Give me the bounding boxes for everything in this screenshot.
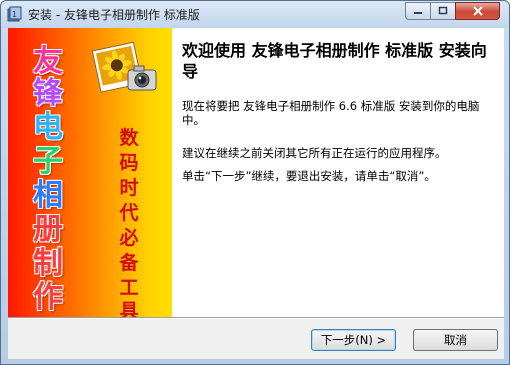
close-button[interactable] [455,2,500,20]
slogan-char: 必 [119,227,139,249]
next-button[interactable]: 下一步(N) > [311,329,396,351]
install-target-text: 现在将要把 友锋电子相册制作 6.6 标准版 安装到你的电脑中。 [182,99,480,127]
wizard-banner: 友 锋 电 子 相 册 制 作 数 码 时 代 必 备 工 具 [8,28,172,317]
slogan-char: 码 [119,152,139,174]
slogan-char: 数 [119,127,139,149]
close-icon [472,6,483,16]
minimize-button[interactable] [405,2,431,20]
button-bar-separator [8,317,504,319]
wizard-client-area: 友 锋 电 子 相 册 制 作 数 码 时 代 必 备 工 具 欢迎使用 友锋电… [8,28,504,359]
welcome-headline: 欢迎使用 友锋电子相册制作 标准版 安装向导 [182,41,487,81]
product-char: 作 [33,280,63,315]
minimize-icon [414,12,422,14]
continue-instructions-text: 单击“下一步”继续，要退出安装，请单击“取消”。 [182,169,436,183]
maximize-button[interactable] [430,2,456,20]
slogan-char: 备 [119,252,139,274]
maximize-icon [438,6,448,15]
cancel-button[interactable]: 取消 [413,329,498,351]
slogan-char: 代 [119,202,139,224]
installer-window: 1 安装 - 友锋电子相册制作 标准版 友 锋 电 子 相 册 制 作 数 码 … [0,0,510,365]
window-title: 安装 - 友锋电子相册制作 标准版 [28,8,200,22]
slogan-char: 时 [119,177,139,199]
svg-text:1: 1 [12,10,17,19]
sunflower-camera-icon [91,40,158,98]
title-bar[interactable]: 1 安装 - 友锋电子相册制作 标准版 [1,1,509,28]
close-apps-advice-text: 建议在继续之前关闭其它所有正在运行的应用程序。 [182,146,447,160]
slogan-char: 具 [119,300,139,317]
installer-app-icon[interactable]: 1 [7,6,23,22]
welcome-panel: 欢迎使用 友锋电子相册制作 标准版 安装向导 现在将要把 友锋电子相册制作 6.… [172,28,504,317]
